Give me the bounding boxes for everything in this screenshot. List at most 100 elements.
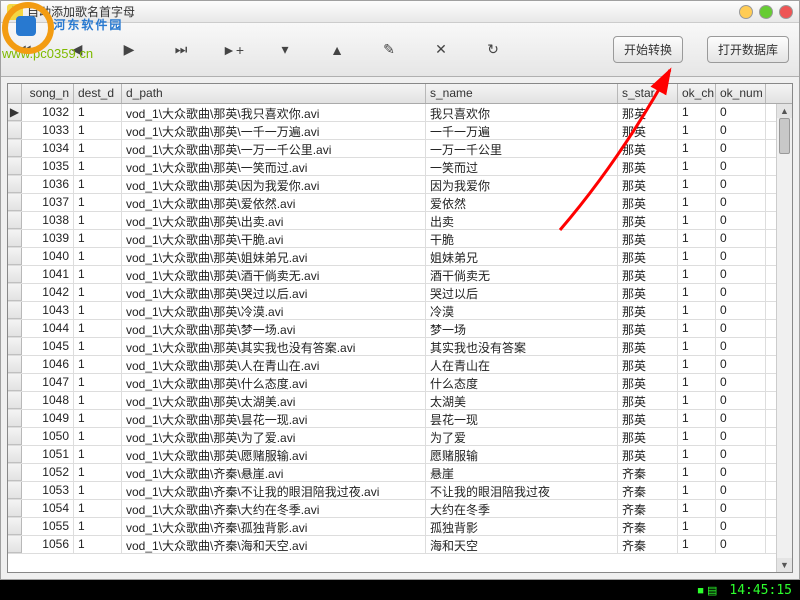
cell-s-name[interactable]: 人在青山在 [426,356,618,373]
cell-dest-d[interactable]: 1 [74,194,122,211]
cell-d-path[interactable]: vod_1\大众歌曲\那英\冷漠.avi [122,302,426,319]
table-row[interactable]: 10561vod_1\大众歌曲\齐秦\海和天空.avi海和天空齐秦10 [8,536,792,554]
start-convert-button[interactable]: 开始转换 [613,36,683,63]
cell-dest-d[interactable]: 1 [74,266,122,283]
cell-ok-num[interactable]: 0 [716,446,766,463]
cell-s-name[interactable]: 悬崖 [426,464,618,481]
cell-d-path[interactable]: vod_1\大众歌曲\齐秦\大约在冬季.avi [122,500,426,517]
cell-d-path[interactable]: vod_1\大众歌曲\那英\为了爱.avi [122,428,426,445]
cell-ok-ch[interactable]: 1 [678,248,716,265]
cell-d-path[interactable]: vod_1\大众歌曲\那英\干脆.avi [122,230,426,247]
table-row[interactable]: 10541vod_1\大众歌曲\齐秦\大约在冬季.avi大约在冬季齐秦10 [8,500,792,518]
cell-song-n[interactable]: 1047 [22,374,74,391]
open-database-button[interactable]: 打开数据库 [707,36,789,63]
scroll-thumb[interactable] [779,118,790,154]
cell-s-name[interactable]: 孤独背影 [426,518,618,535]
cell-s-star[interactable]: 齐秦 [618,464,678,481]
cell-s-name[interactable]: 愿赌服输 [426,446,618,463]
cell-song-n[interactable]: 1040 [22,248,74,265]
cell-s-name[interactable]: 其实我也没有答案 [426,338,618,355]
cell-song-n[interactable]: 1043 [22,302,74,319]
cell-d-path[interactable]: vod_1\大众歌曲\那英\其实我也没有答案.avi [122,338,426,355]
cell-song-n[interactable]: 1038 [22,212,74,229]
cell-s-star[interactable]: 那英 [618,284,678,301]
add-record-icon[interactable]: ►+ [219,37,247,63]
cell-ok-ch[interactable]: 1 [678,518,716,535]
cell-s-name[interactable]: 什么态度 [426,374,618,391]
cell-s-star[interactable]: 齐秦 [618,500,678,517]
cell-dest-d[interactable]: 1 [74,338,122,355]
cell-dest-d[interactable]: 1 [74,410,122,427]
delete-record-icon[interactable]: ▾ [271,37,299,63]
cell-song-n[interactable]: 1034 [22,140,74,157]
cell-song-n[interactable]: 1033 [22,122,74,139]
cell-dest-d[interactable]: 1 [74,176,122,193]
table-row[interactable]: 10451vod_1\大众歌曲\那英\其实我也没有答案.avi其实我也没有答案那… [8,338,792,356]
cell-s-star[interactable]: 那英 [618,410,678,427]
cell-ok-ch[interactable]: 1 [678,356,716,373]
table-row[interactable]: 10431vod_1\大众歌曲\那英\冷漠.avi冷漠那英10 [8,302,792,320]
cell-s-star[interactable]: 那英 [618,428,678,445]
cell-song-n[interactable]: 1051 [22,446,74,463]
cell-ok-num[interactable]: 0 [716,284,766,301]
cell-dest-d[interactable]: 1 [74,428,122,445]
cell-ok-ch[interactable]: 1 [678,428,716,445]
up-icon[interactable]: ▲ [323,37,351,63]
cell-song-n[interactable]: 1049 [22,410,74,427]
cell-s-star[interactable]: 齐秦 [618,518,678,535]
redo-icon[interactable]: ↻ [479,37,507,63]
cell-ok-ch[interactable]: 1 [678,320,716,337]
cell-song-n[interactable]: 1052 [22,464,74,481]
prev-record-icon[interactable]: ◀ [63,37,91,63]
table-row[interactable]: 10511vod_1\大众歌曲\那英\愿赌服输.avi愿赌服输那英10 [8,446,792,464]
cell-dest-d[interactable]: 1 [74,104,122,121]
cell-s-name[interactable]: 冷漠 [426,302,618,319]
cell-d-path[interactable]: vod_1\大众歌曲\那英\一千一万遍.avi [122,122,426,139]
vertical-scrollbar[interactable]: ▲ ▼ [776,104,792,572]
table-row[interactable]: 10481vod_1\大众歌曲\那英\太湖美.avi太湖美那英10 [8,392,792,410]
cell-d-path[interactable]: vod_1\大众歌曲\那英\因为我爱你.avi [122,176,426,193]
cell-s-star[interactable]: 齐秦 [618,536,678,553]
cell-d-path[interactable]: vod_1\大众歌曲\那英\我只喜欢你.avi [122,104,426,121]
cell-s-star[interactable]: 那英 [618,392,678,409]
cell-ok-ch[interactable]: 1 [678,284,716,301]
cell-ok-ch[interactable]: 1 [678,374,716,391]
cell-s-name[interactable]: 不让我的眼泪陪我过夜 [426,482,618,499]
cell-dest-d[interactable]: 1 [74,446,122,463]
cell-d-path[interactable]: vod_1\大众歌曲\那英\酒干倘卖无.avi [122,266,426,283]
cell-ok-num[interactable]: 0 [716,176,766,193]
maximize-button[interactable] [759,5,773,19]
cell-s-name[interactable]: 大约在冬季 [426,500,618,517]
cell-ok-ch[interactable]: 1 [678,482,716,499]
cell-s-name[interactable]: 梦一场 [426,320,618,337]
titlebar[interactable]: 自动添加歌名首字母 [1,1,799,23]
cell-s-star[interactable]: 那英 [618,356,678,373]
cell-ok-num[interactable]: 0 [716,518,766,535]
next-record-icon[interactable]: ▶ [115,37,143,63]
cell-d-path[interactable]: vod_1\大众歌曲\那英\爱依然.avi [122,194,426,211]
cell-ok-num[interactable]: 0 [716,338,766,355]
cell-d-path[interactable]: vod_1\大众歌曲\齐秦\不让我的眼泪陪我过夜.avi [122,482,426,499]
cell-song-n[interactable]: 1054 [22,500,74,517]
cell-ok-ch[interactable]: 1 [678,410,716,427]
cell-d-path[interactable]: vod_1\大众歌曲\那英\姐妹弟兄.avi [122,248,426,265]
minimize-button[interactable] [739,5,753,19]
cell-s-name[interactable]: 为了爱 [426,428,618,445]
scroll-up-icon[interactable]: ▲ [777,104,792,118]
cell-s-star[interactable]: 齐秦 [618,482,678,499]
cell-s-star[interactable]: 那英 [618,302,678,319]
header-ok-num[interactable]: ok_num [716,84,766,103]
header-dest-d[interactable]: dest_d [74,84,122,103]
cell-ok-ch[interactable]: 1 [678,302,716,319]
cell-ok-ch[interactable]: 1 [678,338,716,355]
cell-song-n[interactable]: 1035 [22,158,74,175]
table-row[interactable]: 10441vod_1\大众歌曲\那英\梦一场.avi梦一场那英10 [8,320,792,338]
cell-song-n[interactable]: 1042 [22,284,74,301]
last-record-icon[interactable]: ⏭ [167,37,195,63]
cell-ok-num[interactable]: 0 [716,410,766,427]
cell-song-n[interactable]: 1046 [22,356,74,373]
cell-ok-num[interactable]: 0 [716,104,766,121]
cell-ok-ch[interactable]: 1 [678,536,716,553]
table-row[interactable]: 10501vod_1\大众歌曲\那英\为了爱.avi为了爱那英10 [8,428,792,446]
cell-d-path[interactable]: vod_1\大众歌曲\那英\昙花一现.avi [122,410,426,427]
